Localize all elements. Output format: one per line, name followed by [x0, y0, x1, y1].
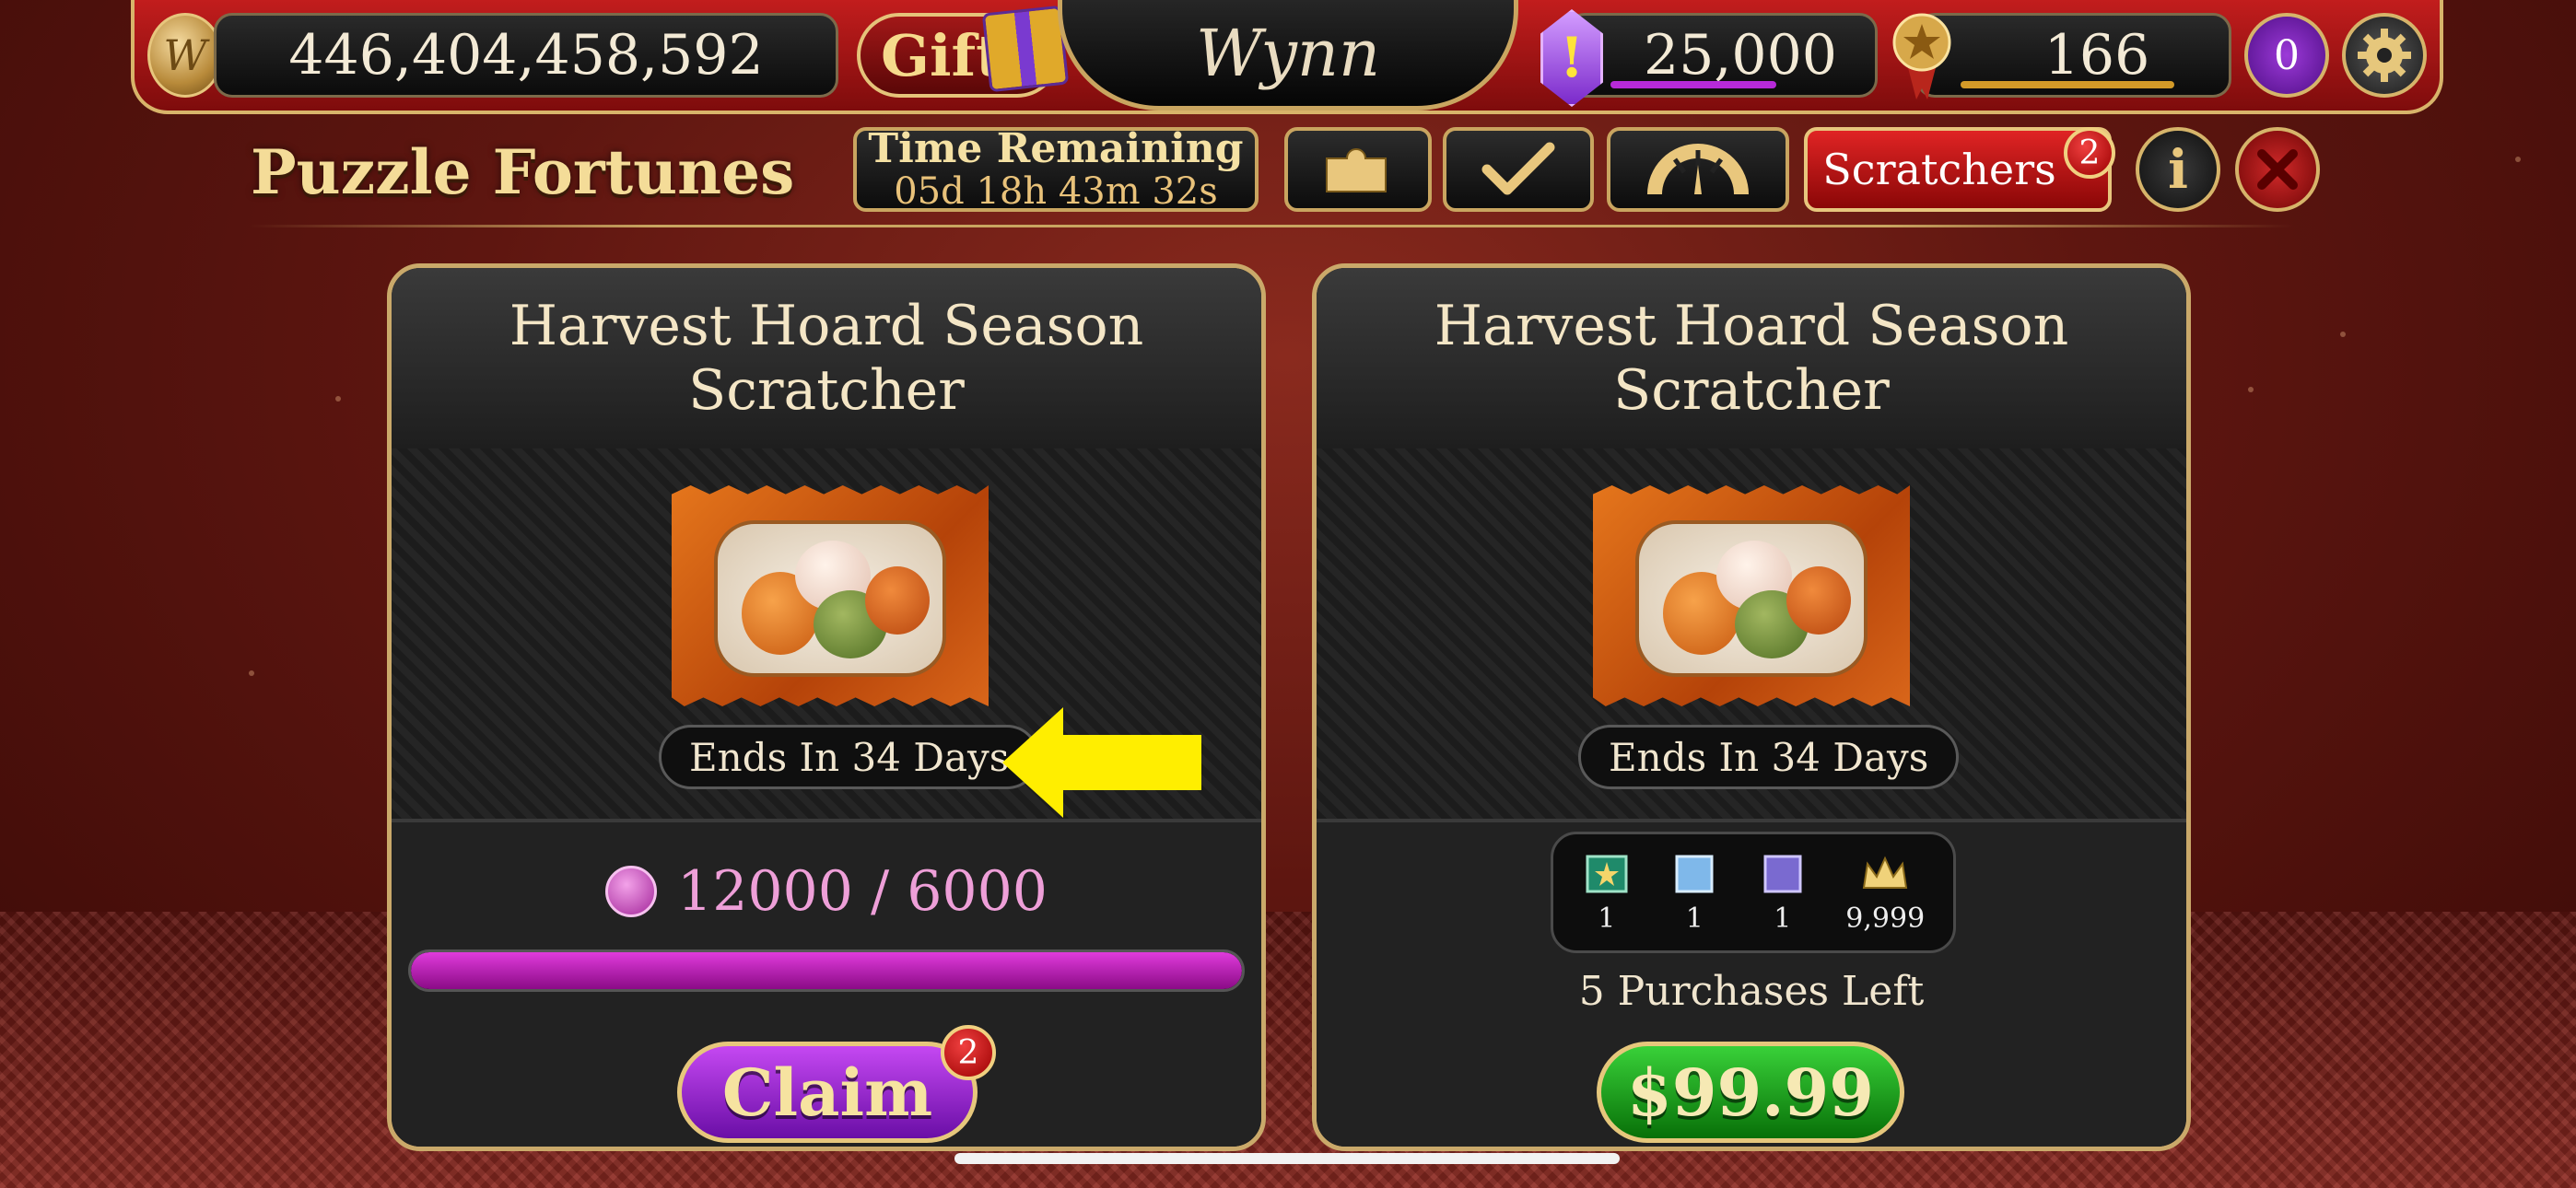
ends-in-text: Ends In 34 Days	[1609, 734, 1929, 780]
progress-value: 12000 / 6000	[677, 859, 1048, 924]
purple-ticket-icon	[1763, 855, 1802, 892]
scratcher-ticket-image	[1593, 485, 1910, 706]
crown-icon	[1863, 856, 1908, 889]
ends-in-pill: Ends In 34 Days	[659, 725, 1040, 789]
settings-button[interactable]	[2342, 13, 2427, 98]
ends-in-pill: Ends In 34 Days	[1578, 725, 1960, 789]
sparkle	[2340, 332, 2346, 337]
close-icon	[2257, 149, 2298, 190]
progress-bar	[408, 949, 1245, 992]
claim-badge: 2	[941, 1025, 996, 1080]
reward-item: 1	[1669, 851, 1719, 935]
header-divider	[249, 225, 2294, 227]
timer-label: Time Remaining	[868, 125, 1244, 172]
ticket-window	[714, 520, 946, 677]
sparkle	[2515, 157, 2521, 162]
scratchers-badge-count: 2	[2078, 134, 2101, 172]
green-ticket-icon	[1586, 855, 1628, 892]
tab-progress[interactable]	[1607, 127, 1789, 212]
pointer-arrow-icon	[1002, 707, 1201, 818]
medal-icon	[1892, 13, 1951, 99]
card-ticket-area: Ends In 34 Days	[1317, 448, 2186, 822]
gift-box-icon	[981, 5, 1070, 93]
time-remaining-box: Time Remaining 05d 18h 43m 32s	[853, 127, 1259, 212]
coin-icon: W	[147, 13, 223, 98]
close-button[interactable]	[2235, 127, 2320, 212]
coin-balance: 446,404,458,592	[214, 13, 838, 98]
card-title-line2: Scratcher	[688, 358, 965, 423]
gem-progress-bar	[1610, 81, 1776, 88]
puzzle-piece-icon	[1326, 148, 1387, 192]
level-progress-bar	[1961, 81, 2174, 88]
progress-bar-fill	[411, 952, 1242, 989]
card-claim-area: 12000 / 6000 Claim 2	[392, 822, 1261, 1147]
scratchers-badge: 2	[2064, 127, 2115, 179]
gem-balance-value: 25,000	[1644, 23, 1837, 87]
blue-ticket-icon	[1675, 855, 1714, 892]
reward-item: 1	[1582, 851, 1632, 935]
sparkle	[249, 670, 254, 676]
reward-count: 1	[1774, 902, 1792, 935]
tab-scratchers[interactable]: Scratchers	[1804, 127, 2112, 212]
rewards-panel: 1 1 1 9,999	[1551, 832, 1956, 953]
logo-text: Wynn	[1195, 15, 1381, 91]
card-title: Harvest Hoard Season Scratcher	[392, 268, 1261, 448]
progress-label: 12000 / 6000	[392, 859, 1261, 924]
sparkle	[2248, 387, 2254, 392]
reward-count: 1	[1598, 902, 1616, 935]
reward-item: 1	[1758, 851, 1808, 935]
home-indicator[interactable]	[954, 1153, 1620, 1164]
scratcher-card-purchase: Harvest Hoard Season Scratcher Ends In 3…	[1312, 263, 2191, 1151]
claim-button-label: Claim	[721, 1054, 933, 1131]
reward-item: 9,999	[1845, 851, 1925, 935]
buy-button[interactable]: $99.99	[1597, 1042, 1904, 1143]
gear-icon	[2358, 29, 2411, 82]
page-title: Puzzle Fortunes	[251, 136, 795, 208]
buy-button-price: $99.99	[1627, 1054, 1874, 1131]
card-title-line2: Scratcher	[1613, 358, 1890, 423]
claim-button[interactable]: Claim	[677, 1042, 978, 1143]
vip-button[interactable]: 0	[2244, 13, 2329, 98]
info-icon: i	[2167, 138, 2189, 201]
wynn-logo: Wynn	[1058, 0, 1518, 111]
checkmark-icon	[1481, 142, 1555, 195]
vip-level: 0	[2274, 31, 2300, 79]
reward-count: 9,999	[1845, 902, 1926, 935]
card-purchase-area: 1 1 1 9,999 5 Purchases Left $99.99	[1317, 822, 2186, 1147]
scratch-token-icon	[605, 866, 658, 917]
reward-count: 1	[1685, 902, 1704, 935]
small-pumpkin-icon	[865, 566, 930, 635]
scratcher-ticket-image	[672, 485, 989, 706]
gauge-icon	[1647, 144, 1749, 195]
level-value: 166	[2043, 23, 2150, 87]
ticket-window	[1635, 520, 1868, 677]
tab-completed[interactable]	[1443, 127, 1594, 212]
info-button[interactable]: i	[2136, 127, 2220, 212]
tab-scratchers-label: Scratchers	[1822, 145, 2056, 194]
timer-value: 05d 18h 43m 32s	[894, 170, 1218, 213]
tab-puzzle[interactable]	[1284, 127, 1432, 212]
small-pumpkin-icon	[1786, 566, 1851, 635]
ends-in-text: Ends In 34 Days	[689, 734, 1010, 780]
sparkle	[335, 396, 341, 402]
card-title-line1: Harvest Hoard Season	[1434, 294, 2069, 358]
claim-badge-count: 2	[957, 1033, 979, 1072]
card-title: Harvest Hoard Season Scratcher	[1317, 268, 2186, 448]
purchases-left: 5 Purchases Left	[1578, 968, 1925, 1015]
card-title-line1: Harvest Hoard Season	[509, 294, 1144, 358]
coin-balance-value: 446,404,458,592	[288, 23, 764, 87]
